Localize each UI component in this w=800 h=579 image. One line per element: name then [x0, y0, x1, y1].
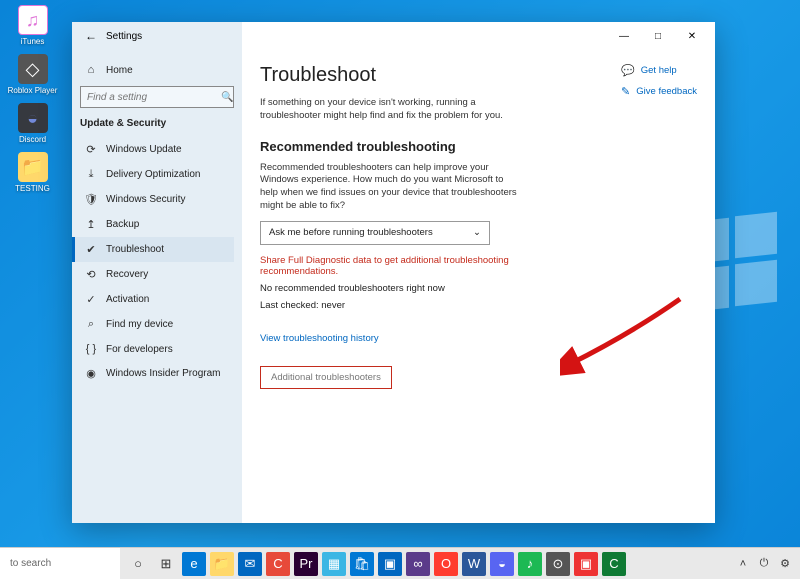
- desktop-icon-testing[interactable]: 📁TESTING: [5, 152, 60, 193]
- settings-gear-icon[interactable]: ⚙: [776, 555, 794, 573]
- app3-icon[interactable]: ▣: [574, 552, 598, 576]
- insider-icon: ◉: [84, 367, 98, 380]
- window-title: Settings: [106, 31, 142, 42]
- calc-icon[interactable]: ▦: [322, 552, 346, 576]
- edge-icon[interactable]: e: [182, 552, 206, 576]
- recommended-text: Recommended troubleshooters can help imp…: [260, 162, 520, 213]
- vs-icon[interactable]: ∞: [406, 552, 430, 576]
- search-input[interactable]: [87, 92, 221, 103]
- sidebar-item-label: Find my device: [106, 319, 173, 330]
- sidebar-search[interactable]: 🔍: [80, 86, 234, 108]
- sidebar: ⌂ Home 🔍 Update & Security ⟳ Windows Updat…: [72, 50, 242, 523]
- content: Troubleshoot If something on your device…: [242, 50, 715, 523]
- home-icon: ⌂: [84, 64, 98, 76]
- find-icon: ⌕: [84, 318, 98, 331]
- steam-icon[interactable]: ⊙: [546, 552, 570, 576]
- sidebar-item-label: Recovery: [106, 269, 148, 280]
- app2-icon[interactable]: ▣: [378, 552, 402, 576]
- taskbar: ○ ⊞ e 📁 ✉ C Pr ▦ 🛍 ▣ ∞ O W ◒ ♪ ⊙ ▣ C ˄ ⏻…: [0, 547, 800, 579]
- settings-window: ← Settings — □ ✕ ⌂ Home 🔍 Update & Securi…: [72, 22, 715, 523]
- explorer-icon[interactable]: 📁: [210, 552, 234, 576]
- minimize-button[interactable]: —: [607, 25, 641, 47]
- backup-icon: ↥: [84, 218, 98, 231]
- chevron-down-icon: ⌄: [473, 227, 481, 238]
- close-button[interactable]: ✕: [675, 25, 709, 47]
- recovery-icon: ⟲: [84, 268, 98, 281]
- select-value: Ask me before running troubleshooters: [269, 227, 433, 238]
- sidebar-item-activation[interactable]: ✓ Activation: [80, 287, 234, 312]
- download-icon: ⤓: [84, 168, 98, 181]
- sidebar-item-label: Activation: [106, 294, 149, 305]
- history-link[interactable]: View troubleshooting history: [260, 333, 697, 344]
- search-icon: 🔍: [221, 92, 233, 103]
- additional-troubleshooters-link[interactable]: Additional troubleshooters: [260, 366, 392, 389]
- sidebar-item-label: Home: [106, 65, 133, 76]
- help-icon: 💬: [621, 64, 635, 77]
- back-button[interactable]: ←: [80, 29, 102, 43]
- app4-icon[interactable]: C: [602, 552, 626, 576]
- get-help-link[interactable]: 💬Get help: [621, 64, 697, 77]
- system-tray: ˄ ⏻ ⚙: [734, 555, 800, 573]
- sidebar-item-troubleshoot[interactable]: ✔ Troubleshoot: [72, 237, 234, 262]
- last-checked-text: Last checked: never: [260, 300, 697, 311]
- activation-icon: ✓: [84, 293, 98, 306]
- spotify-icon[interactable]: ♪: [518, 552, 542, 576]
- desktop-icon-itunes[interactable]: ♫iTunes: [5, 5, 60, 46]
- sidebar-item-label: Windows Security: [106, 194, 185, 205]
- sidebar-item-recovery[interactable]: ⟲ Recovery: [80, 262, 234, 287]
- sidebar-item-windows-security[interactable]: 🛡 Windows Security: [80, 187, 234, 212]
- desktop-icon-roblox[interactable]: ◇Roblox Player: [5, 54, 60, 95]
- shield-icon: 🛡: [84, 193, 98, 206]
- app-icon[interactable]: C: [266, 552, 290, 576]
- sidebar-item-label: Windows Insider Program: [106, 368, 220, 379]
- diagnostic-warning: Share Full Diagnostic data to get additi…: [260, 255, 520, 277]
- sidebar-item-label: Backup: [106, 219, 139, 230]
- no-recommended-text: No recommended troubleshooters right now: [260, 283, 697, 294]
- sidebar-item-find-my-device[interactable]: ⌕ Find my device: [80, 312, 234, 337]
- cortana-icon[interactable]: ○: [126, 552, 150, 576]
- sidebar-item-label: Delivery Optimization: [106, 169, 200, 180]
- feedback-icon: ✎: [621, 85, 630, 98]
- intro-text: If something on your device isn't workin…: [260, 97, 520, 123]
- titlebar: ← Settings — □ ✕: [72, 22, 715, 50]
- discord-taskbar-icon[interactable]: ◒: [490, 552, 514, 576]
- opera-icon[interactable]: O: [434, 552, 458, 576]
- tray-network-icon[interactable]: ⏻: [755, 555, 773, 573]
- sidebar-item-delivery-optimization[interactable]: ⤓ Delivery Optimization: [80, 162, 234, 187]
- give-feedback-link[interactable]: ✎Give feedback: [621, 85, 697, 98]
- sidebar-item-label: Troubleshoot: [106, 244, 164, 255]
- taskbar-search[interactable]: [0, 548, 120, 579]
- right-links: 💬Get help ✎Give feedback: [621, 64, 697, 106]
- developer-icon: { }: [84, 343, 98, 355]
- taskbar-apps: ○ ⊞ e 📁 ✉ C Pr ▦ 🛍 ▣ ∞ O W ◒ ♪ ⊙ ▣ C: [120, 552, 632, 576]
- mail-icon[interactable]: ✉: [238, 552, 262, 576]
- sidebar-item-backup[interactable]: ↥ Backup: [80, 212, 234, 237]
- sidebar-item-label: Windows Update: [106, 144, 182, 155]
- section-header: Recommended troubleshooting: [260, 139, 697, 154]
- store-icon[interactable]: 🛍: [350, 552, 374, 576]
- sidebar-item-label: For developers: [106, 344, 173, 355]
- desktop-icon-discord[interactable]: ◒Discord: [5, 103, 60, 144]
- sidebar-section-header: Update & Security: [80, 118, 234, 129]
- tray-chevron-icon[interactable]: ˄: [734, 555, 752, 573]
- premiere-icon[interactable]: Pr: [294, 552, 318, 576]
- sidebar-item-windows-insider[interactable]: ◉ Windows Insider Program: [80, 361, 234, 386]
- sidebar-item-for-developers[interactable]: { } For developers: [80, 337, 234, 361]
- desktop: ♫iTunes ◇Roblox Player ◒Discord 📁TESTING: [5, 5, 60, 201]
- maximize-button[interactable]: □: [641, 25, 675, 47]
- sidebar-home[interactable]: ⌂ Home: [80, 58, 234, 82]
- task-view-icon[interactable]: ⊞: [154, 552, 178, 576]
- word-icon[interactable]: W: [462, 552, 486, 576]
- sync-icon: ⟳: [84, 143, 98, 156]
- troubleshoot-icon: ✔: [84, 243, 98, 256]
- sidebar-item-windows-update[interactable]: ⟳ Windows Update: [80, 137, 234, 162]
- troubleshoot-preference-select[interactable]: Ask me before running troubleshooters ⌄: [260, 221, 490, 245]
